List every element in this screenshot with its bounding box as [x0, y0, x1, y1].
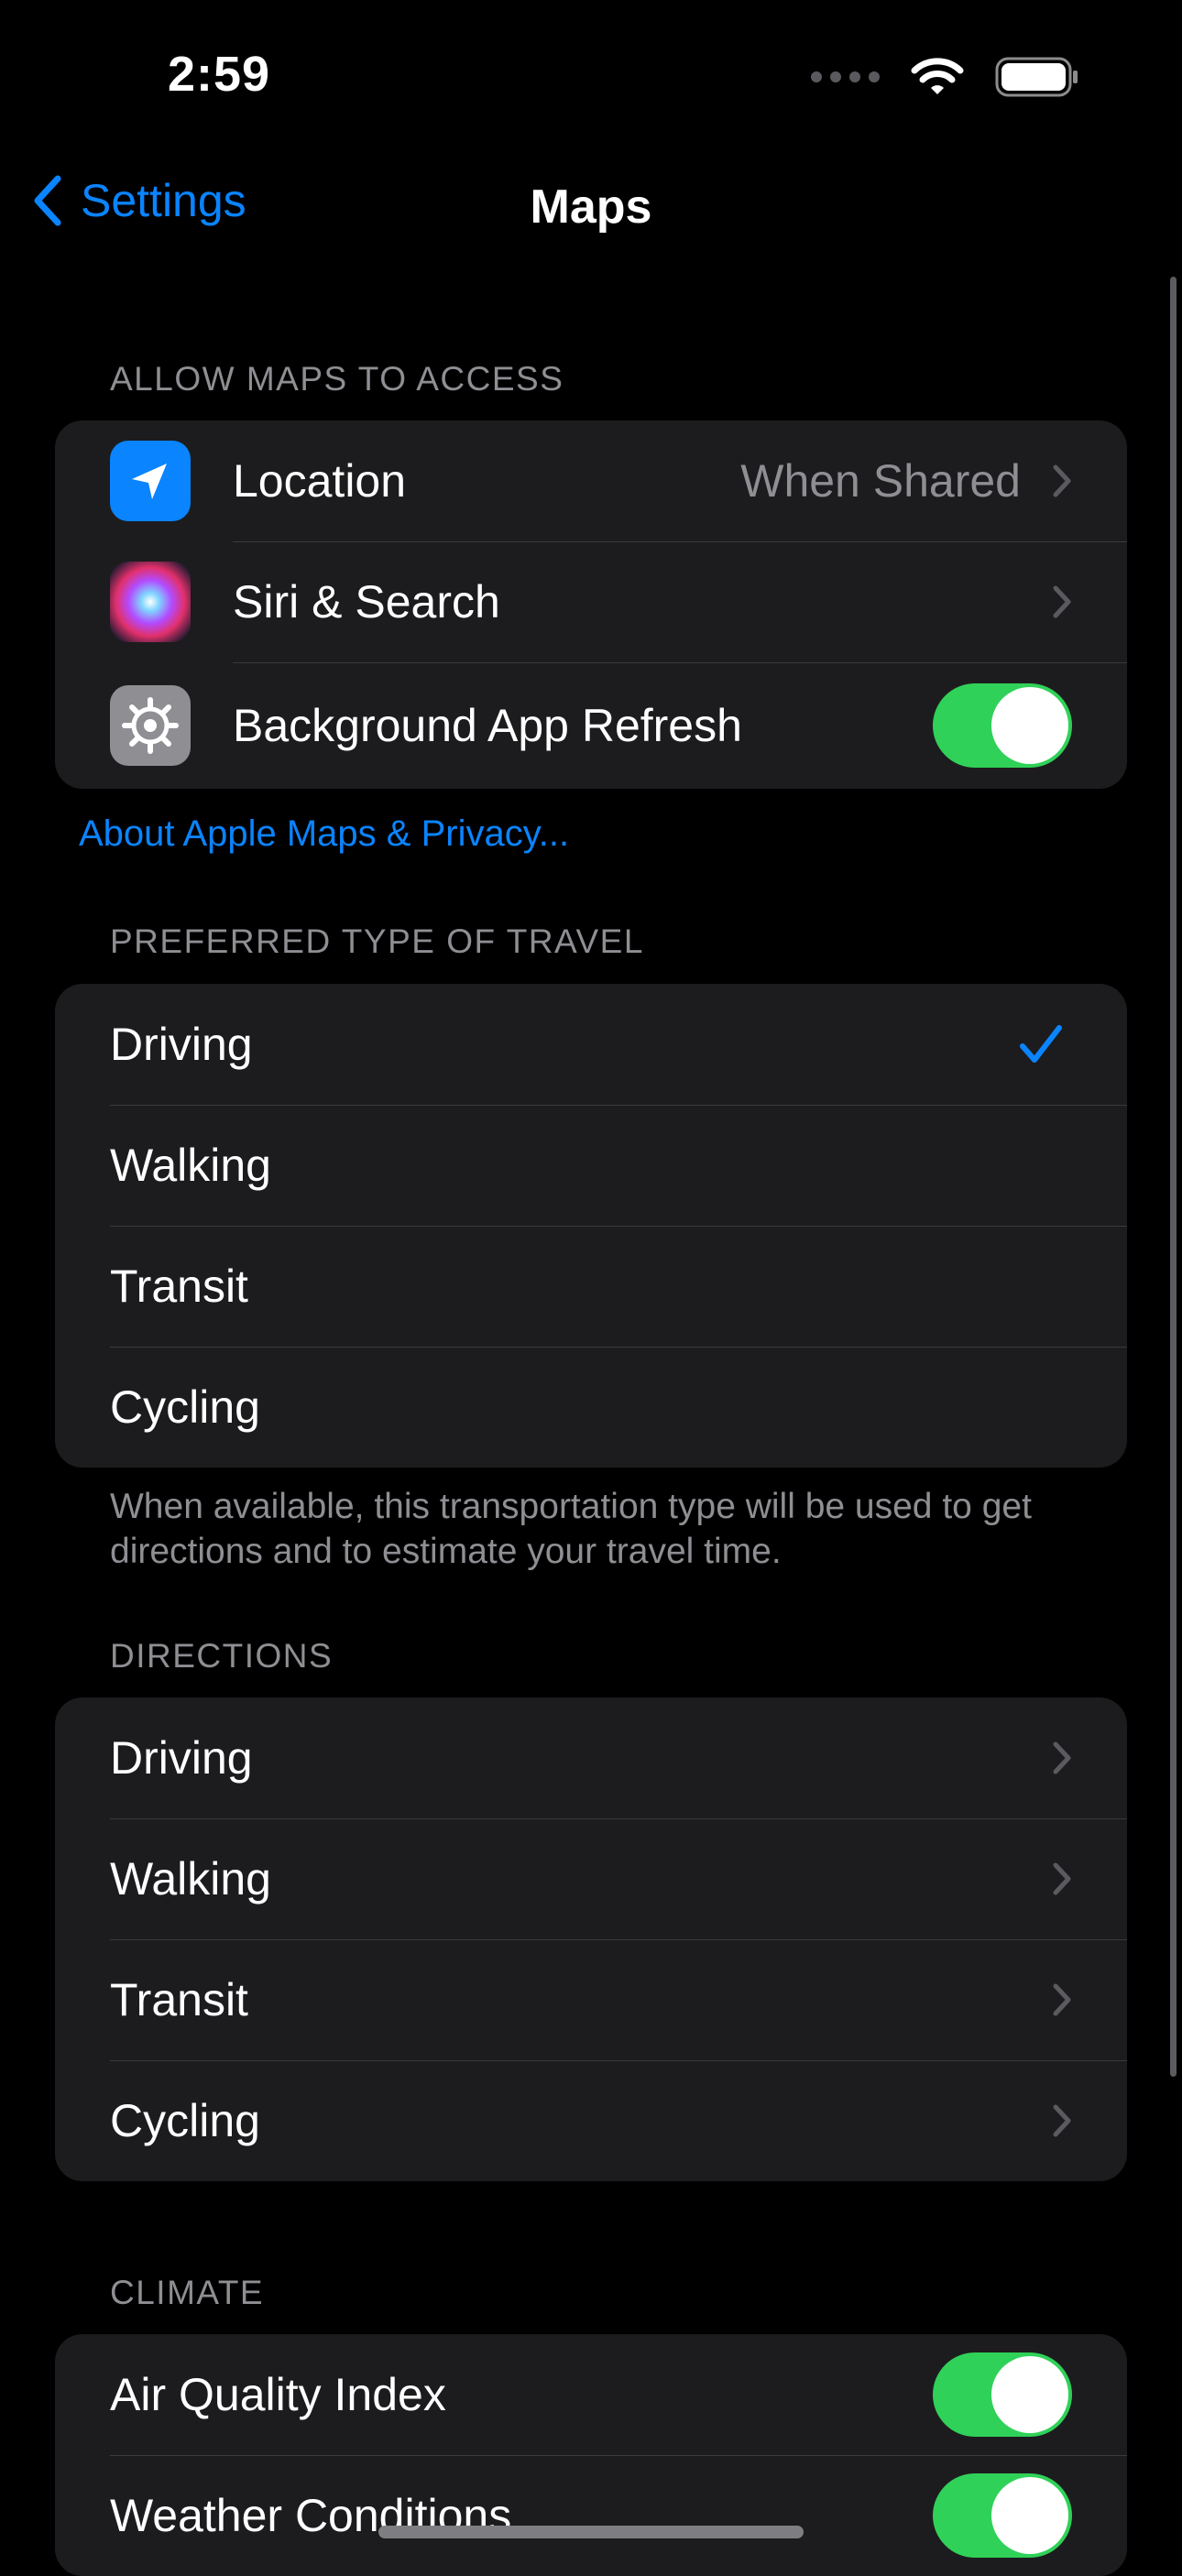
directions-label: Driving [110, 1732, 253, 1784]
chevron-right-icon [1053, 585, 1071, 618]
status-bar: 2:59 [0, 0, 1182, 156]
directions-walking-row[interactable]: Walking [55, 1818, 1127, 1939]
climate-group: Air Quality Index Weather Conditions [55, 2334, 1127, 2576]
travel-option-walking[interactable]: Walking [55, 1105, 1127, 1226]
section-header-directions: DIRECTIONS [110, 1637, 334, 1675]
section-header-travel: PREFERRED TYPE OF TRAVEL [110, 922, 644, 960]
background-app-refresh-toggle[interactable] [933, 683, 1072, 768]
chevron-right-icon [1053, 464, 1071, 497]
directions-transit-row[interactable]: Transit [55, 1939, 1127, 2060]
section-header-climate: CLIMATE [110, 2274, 265, 2311]
air-quality-row: Air Quality Index [55, 2334, 1127, 2455]
directions-label: Cycling [110, 2095, 260, 2146]
scroll-indicator[interactable] [1170, 277, 1177, 2077]
directions-cycling-row[interactable]: Cycling [55, 2060, 1127, 2181]
weather-conditions-toggle[interactable] [933, 2473, 1072, 2558]
travel-option-driving[interactable]: Driving [55, 984, 1127, 1105]
travel-type-footnote: When available, this transportation type… [110, 1487, 1032, 1571]
location-label: Location [233, 455, 407, 507]
background-app-refresh-row: Background App Refresh [55, 662, 1127, 789]
chevron-right-icon [1053, 2104, 1071, 2137]
directions-group: Driving Walking Transit Cycling [55, 1697, 1127, 2181]
siri-icon [110, 562, 191, 642]
weather-conditions-row: Weather Conditions [55, 2455, 1127, 2576]
cellular-signal-icon [811, 71, 880, 82]
directions-driving-row[interactable]: Driving [55, 1697, 1127, 1818]
siri-search-row[interactable]: Siri & Search [55, 541, 1127, 662]
section-header-access: ALLOW MAPS TO ACCESS [110, 360, 564, 398]
chevron-right-icon [1053, 1983, 1071, 2016]
background-app-refresh-label: Background App Refresh [233, 700, 742, 751]
access-group: Location When Shared Siri & Search Backg… [55, 420, 1127, 789]
location-value: When Shared [740, 455, 1021, 507]
page-title: Maps [530, 180, 652, 234]
travel-option-cycling[interactable]: Cycling [55, 1347, 1127, 1468]
travel-option-transit[interactable]: Transit [55, 1226, 1127, 1347]
home-indicator[interactable] [378, 2526, 804, 2538]
wifi-icon [911, 58, 964, 94]
location-row[interactable]: Location When Shared [55, 420, 1127, 541]
travel-option-label: Driving [110, 1019, 253, 1070]
air-quality-label: Air Quality Index [110, 2369, 446, 2420]
travel-type-group: Driving Walking Transit Cycling [55, 984, 1127, 1468]
gear-icon [110, 685, 191, 766]
siri-search-label: Siri & Search [233, 576, 500, 628]
travel-option-label: Cycling [110, 1381, 260, 1433]
privacy-link[interactable]: About Apple Maps & Privacy... [79, 813, 569, 855]
directions-label: Transit [110, 1974, 248, 2025]
travel-option-label: Walking [110, 1140, 271, 1191]
status-icons [811, 57, 1079, 97]
travel-option-label: Transit [110, 1261, 248, 1312]
location-arrow-icon [110, 441, 191, 521]
air-quality-toggle[interactable] [933, 2352, 1072, 2437]
checkmark-icon [1020, 1025, 1062, 1063]
navigation-bar: Settings Maps [0, 165, 1182, 257]
battery-icon [995, 57, 1078, 97]
chevron-right-icon [1053, 1741, 1071, 1774]
status-time: 2:59 [168, 47, 271, 102]
directions-label: Walking [110, 1853, 271, 1905]
chevron-right-icon [1053, 1862, 1071, 1895]
